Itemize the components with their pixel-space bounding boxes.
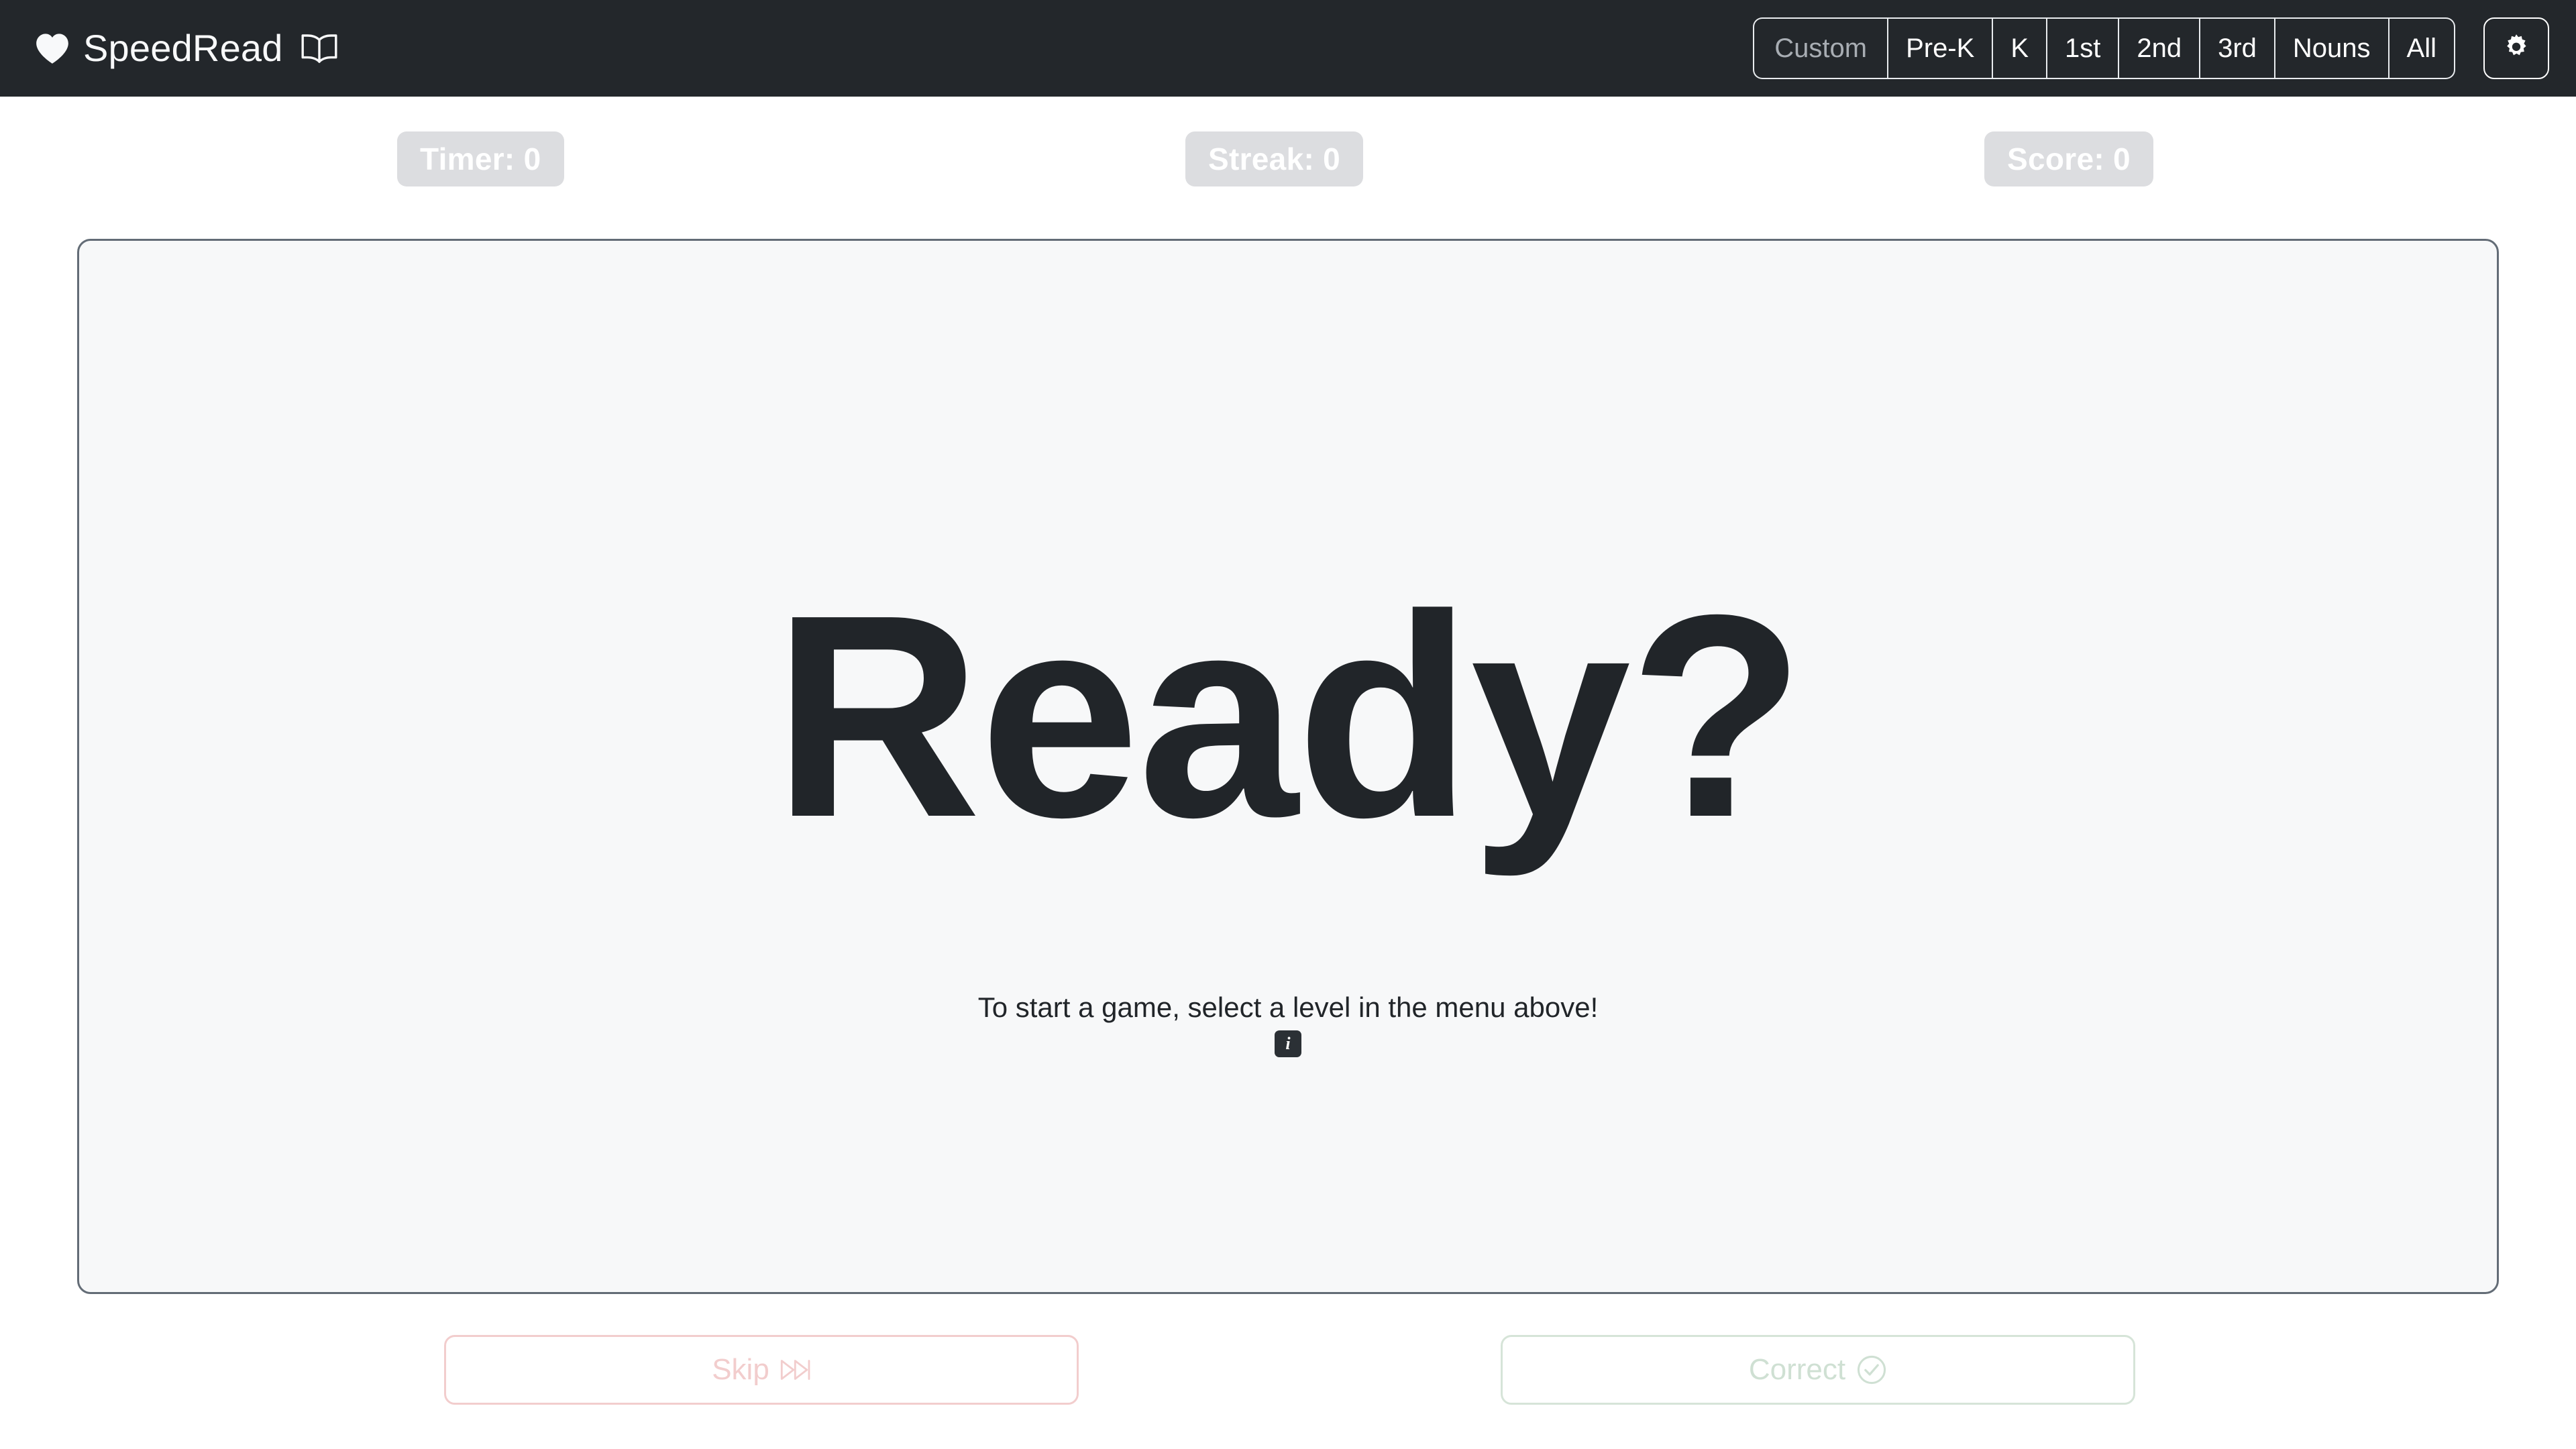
gear-icon [2507,34,2526,56]
level-button-pre-k[interactable]: Pre-K [1888,17,1993,79]
level-selector-group: Custom Pre-K K 1st 2nd 3rd Nouns All [1753,17,2455,79]
score-badge: Score: 0 [1984,131,2153,186]
level-button-k[interactable]: K [1992,17,2047,79]
level-button-custom[interactable]: Custom [1753,17,1888,79]
top-navbar: SpeedRead Custom Pre-K K 1st 2nd 3rd Nou… [0,0,2576,97]
action-button-row: Skip Correct [0,1335,2576,1409]
check-circle-icon [1858,1355,1886,1385]
hint-block: To start a game, select a level in the m… [0,991,2576,1057]
fast-forward-icon [780,1360,810,1380]
correct-button[interactable]: Correct [1501,1335,2135,1405]
stats-row: Timer: 0 Streak: 0 Score: 0 [0,131,2576,186]
start-instruction-text: To start a game, select a level in the m… [977,991,1599,1023]
settings-button[interactable] [2483,17,2549,79]
book-open-icon [301,34,337,63]
current-word: Ready? [773,555,1805,877]
brand-logo[interactable]: SpeedRead [35,30,338,67]
brand-name: SpeedRead [83,27,283,69]
correct-button-label: Correct [1748,1353,1846,1386]
level-button-nouns[interactable]: Nouns [2274,17,2389,79]
skip-button[interactable]: Skip [444,1335,1079,1405]
level-button-3rd[interactable]: 3rd [2200,17,2275,79]
streak-badge: Streak: 0 [1185,131,1364,186]
word-display-card[interactable]: Ready? [77,239,2499,1294]
info-icon[interactable]: i [1275,1030,1301,1057]
level-button-2nd[interactable]: 2nd [2118,17,2200,79]
timer-badge: Timer: 0 [397,131,564,186]
skip-button-label: Skip [712,1353,769,1386]
level-button-all[interactable]: All [2388,17,2455,79]
navbar-right-controls: Custom Pre-K K 1st 2nd 3rd Nouns All [1753,17,2549,79]
heart-icon [36,34,68,64]
level-button-1st[interactable]: 1st [2047,17,2119,79]
